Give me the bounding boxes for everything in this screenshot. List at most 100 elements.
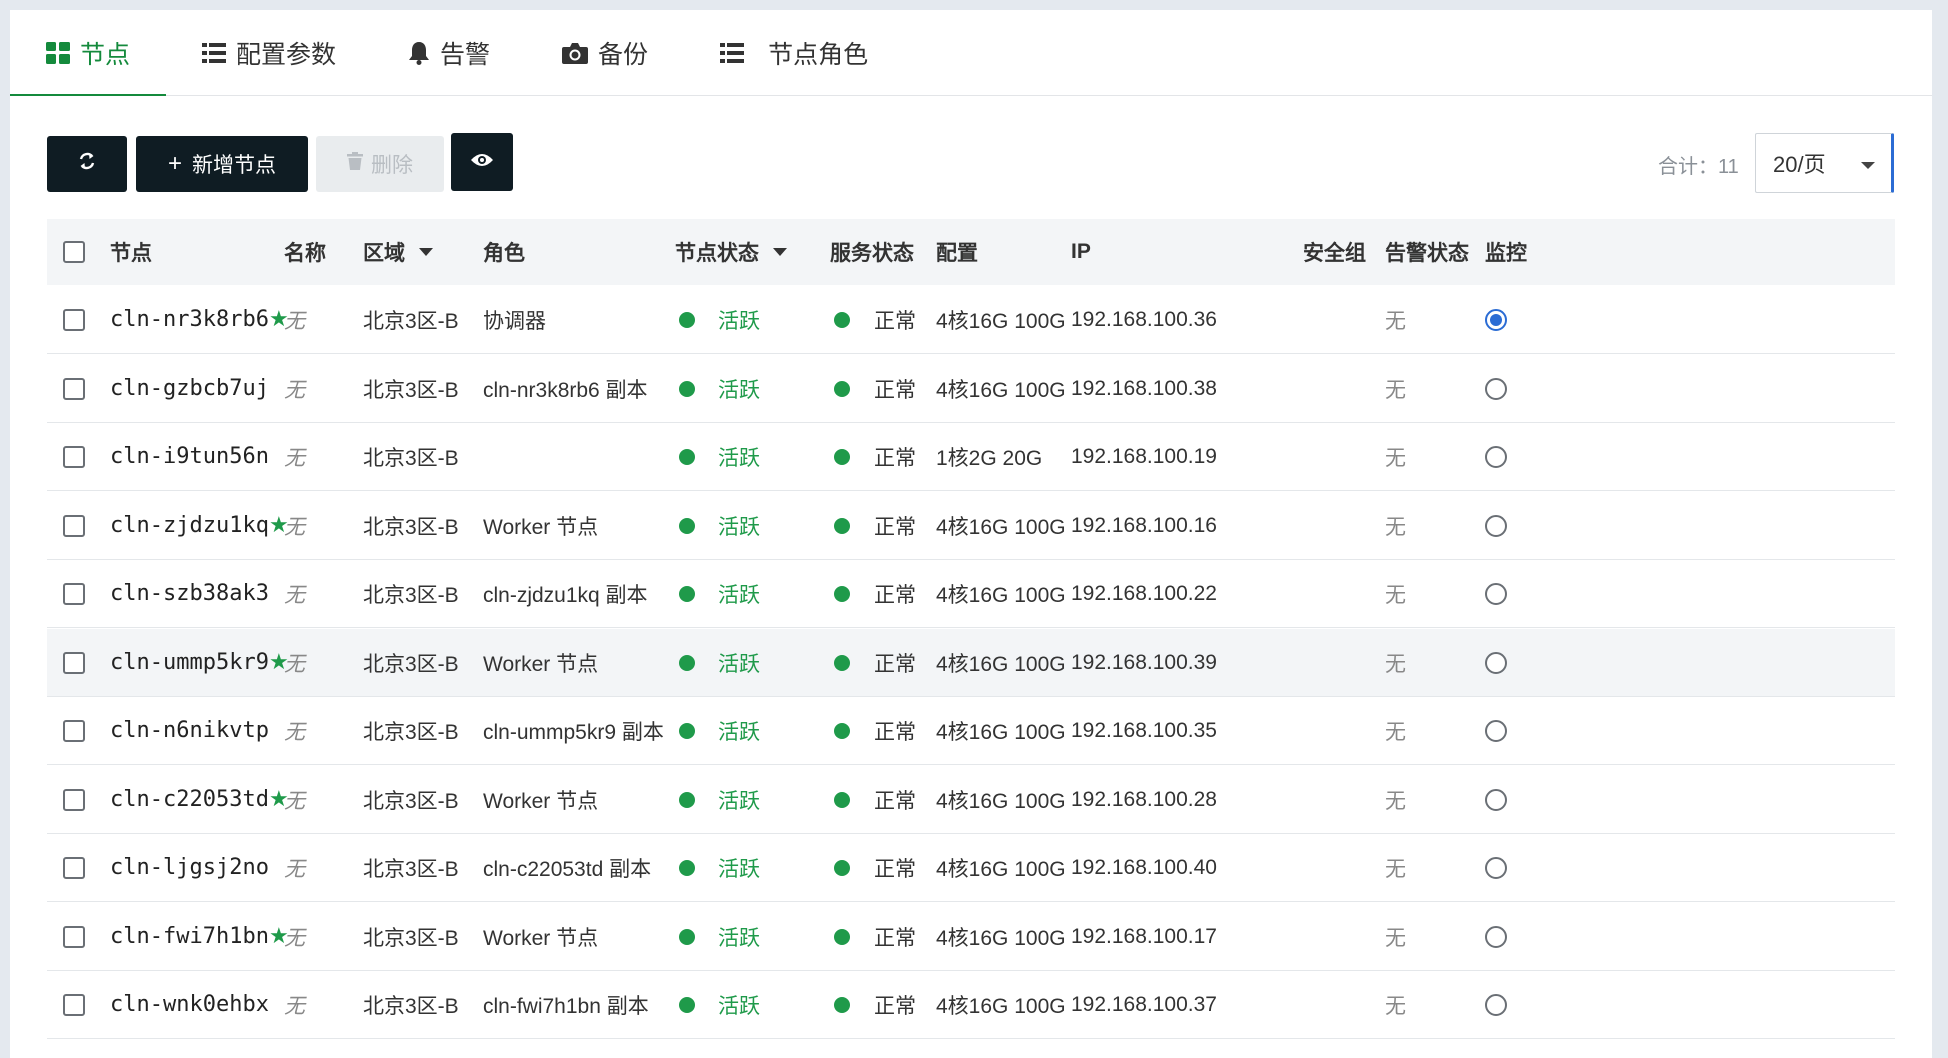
col-ip: IP xyxy=(1071,240,1091,263)
col-service-status: 服务状态 xyxy=(830,242,914,265)
filter-caret-icon[interactable] xyxy=(773,248,787,256)
status-dot-icon xyxy=(679,791,695,808)
table-row[interactable]: cln-n6nikvtp 无 北京3区-B cln-ummp5kr9 副本 活跃… xyxy=(47,697,1895,765)
zone-cell: 北京3区-B xyxy=(363,378,459,402)
node-id-cell[interactable]: cln-gzbcb7uj xyxy=(110,355,269,422)
node-id-cell[interactable]: cln-n6nikvtp xyxy=(110,697,269,764)
node-id-cell[interactable]: cln-fwi7h1bn ★ xyxy=(110,903,289,970)
monitor-radio[interactable] xyxy=(1485,789,1507,811)
filter-caret-icon[interactable] xyxy=(419,248,433,256)
tab-config-params[interactable]: 配置参数 xyxy=(166,10,372,95)
col-alarm-status: 告警状态 xyxy=(1385,242,1469,265)
ip-cell: 192.168.100.35 xyxy=(1071,718,1217,742)
monitor-radio[interactable] xyxy=(1485,446,1507,468)
name-cell: 无 xyxy=(284,926,305,950)
monitor-radio[interactable] xyxy=(1485,926,1507,948)
table-row[interactable]: cln-i9tun56n 无 北京3区-B 活跃 正常 1核2G 20G 192… xyxy=(47,423,1895,491)
status-dot-icon xyxy=(679,585,695,602)
row-checkbox[interactable] xyxy=(63,515,85,537)
table-row[interactable]: cln-wnk0ehbx 无 北京3区-B cln-fwi7h1bn 副本 活跃… xyxy=(47,971,1895,1039)
node-id: cln-ummp5kr9 xyxy=(110,650,269,675)
row-checkbox[interactable] xyxy=(63,857,85,879)
node-id-cell[interactable]: cln-szb38ak3 xyxy=(110,560,269,627)
tab-alarms[interactable]: 告警 xyxy=(372,10,526,95)
row-checkbox[interactable] xyxy=(63,789,85,811)
node-id-cell[interactable]: cln-i9tun56n xyxy=(110,423,269,490)
node-status-text: 活跃 xyxy=(718,789,760,813)
monitor-radio[interactable] xyxy=(1485,857,1507,879)
ip-cell: 192.168.100.37 xyxy=(1071,992,1217,1016)
node-status-cell: 活跃 xyxy=(679,423,760,490)
row-checkbox[interactable] xyxy=(63,446,85,468)
node-status-cell: 活跃 xyxy=(679,629,760,696)
node-id-cell[interactable]: cln-ummp5kr9 ★ xyxy=(110,629,289,696)
node-id-cell[interactable]: cln-zjdzu1kq ★ xyxy=(110,492,289,559)
eye-icon xyxy=(470,150,494,174)
name-cell: 无 xyxy=(284,378,305,402)
col-node-status: 节点状态 xyxy=(675,219,787,285)
tab-node-roles[interactable]: 节点角色 xyxy=(684,10,904,95)
table-row[interactable]: cln-nr3k8rb6 ★ 无 北京3区-B 协调器 活跃 正常 4核16G 1… xyxy=(47,286,1895,354)
tab-nodes[interactable]: 节点 xyxy=(10,10,167,96)
config-cell: 4核16G 100G xyxy=(936,720,1066,744)
row-checkbox[interactable] xyxy=(63,583,85,605)
node-id: cln-wnk0ehbx xyxy=(110,992,269,1017)
monitor-radio[interactable] xyxy=(1485,994,1507,1016)
total-count: 合计：11 xyxy=(1658,155,1739,178)
service-status-cell: 正常 xyxy=(834,697,916,764)
table-row[interactable]: cln-fwi7h1bn ★ 无 北京3区-B Worker 节点 活跃 正常 4… xyxy=(47,903,1895,971)
status-dot-icon xyxy=(679,448,695,465)
status-dot-icon xyxy=(679,722,695,739)
table-row[interactable]: cln-ummp5kr9 ★ 无 北京3区-B Worker 节点 活跃 正常 4… xyxy=(47,629,1895,697)
monitor-radio[interactable] xyxy=(1485,583,1507,605)
monitor-radio[interactable] xyxy=(1485,309,1507,331)
node-id-cell[interactable]: cln-c22053td ★ xyxy=(110,766,289,833)
status-dot-icon xyxy=(679,311,695,328)
table-row[interactable]: cln-zjdzu1kq ★ 无 北京3区-B Worker 节点 活跃 正常 4… xyxy=(47,492,1895,560)
add-node-button[interactable]: + 新增节点 xyxy=(136,136,308,192)
config-cell: 4核16G 100G xyxy=(936,994,1066,1018)
view-button[interactable] xyxy=(451,133,513,191)
alarm-status-cell: 无 xyxy=(1385,652,1406,676)
role-cell: 协调器 xyxy=(483,309,546,333)
tab-label: 节点角色 xyxy=(768,40,869,69)
row-checkbox[interactable] xyxy=(63,926,85,948)
node-id-cell[interactable]: cln-ljgsj2no xyxy=(110,834,269,901)
row-checkbox[interactable] xyxy=(63,309,85,331)
table-row[interactable]: cln-gzbcb7uj 无 北京3区-B cln-nr3k8rb6 副本 活跃… xyxy=(47,355,1895,423)
table-row[interactable]: cln-c22053td ★ 无 北京3区-B Worker 节点 活跃 正常 4… xyxy=(47,766,1895,834)
node-status-text: 活跃 xyxy=(718,994,760,1018)
monitor-radio[interactable] xyxy=(1485,515,1507,537)
config-cell: 4核16G 100G xyxy=(936,789,1066,813)
table-row[interactable]: cln-ljgsj2no 无 北京3区-B cln-c22053td 副本 活跃… xyxy=(47,834,1895,902)
service-status-cell: 正常 xyxy=(834,423,916,490)
page-size-select[interactable]: 20/页 xyxy=(1755,133,1894,193)
node-status-text: 活跃 xyxy=(718,926,760,950)
row-checkbox[interactable] xyxy=(63,378,85,400)
tab-backup[interactable]: 备份 xyxy=(526,10,684,95)
ip-cell: 192.168.100.17 xyxy=(1071,924,1217,948)
node-id-cell[interactable]: cln-wnk0ehbx xyxy=(110,971,269,1038)
ip-cell: 192.168.100.22 xyxy=(1071,581,1217,605)
role-cell: cln-ummp5kr9 副本 xyxy=(483,720,664,744)
status-dot-icon xyxy=(834,928,850,945)
row-checkbox[interactable] xyxy=(63,720,85,742)
select-all-checkbox[interactable] xyxy=(63,241,85,263)
monitor-radio[interactable] xyxy=(1485,720,1507,742)
monitor-radio[interactable] xyxy=(1485,378,1507,400)
table-row[interactable]: cln-szb38ak3 无 北京3区-B cln-zjdzu1kq 副本 活跃… xyxy=(47,560,1895,628)
tab-label: 备份 xyxy=(598,40,649,69)
node-id-cell[interactable]: cln-nr3k8rb6 ★ xyxy=(110,286,289,353)
row-checkbox[interactable] xyxy=(63,652,85,674)
alarm-status-cell: 无 xyxy=(1385,857,1406,881)
row-checkbox[interactable] xyxy=(63,994,85,1016)
status-dot-icon xyxy=(679,380,695,397)
node-status-text: 活跃 xyxy=(718,583,760,607)
node-id: cln-nr3k8rb6 xyxy=(110,307,269,332)
monitor-radio[interactable] xyxy=(1485,652,1507,674)
node-status-cell: 活跃 xyxy=(679,903,760,970)
ip-cell: 192.168.100.19 xyxy=(1071,444,1217,468)
delete-button[interactable]: 删除 xyxy=(316,136,444,192)
refresh-button[interactable] xyxy=(47,136,127,192)
service-status-text: 正常 xyxy=(874,652,916,676)
